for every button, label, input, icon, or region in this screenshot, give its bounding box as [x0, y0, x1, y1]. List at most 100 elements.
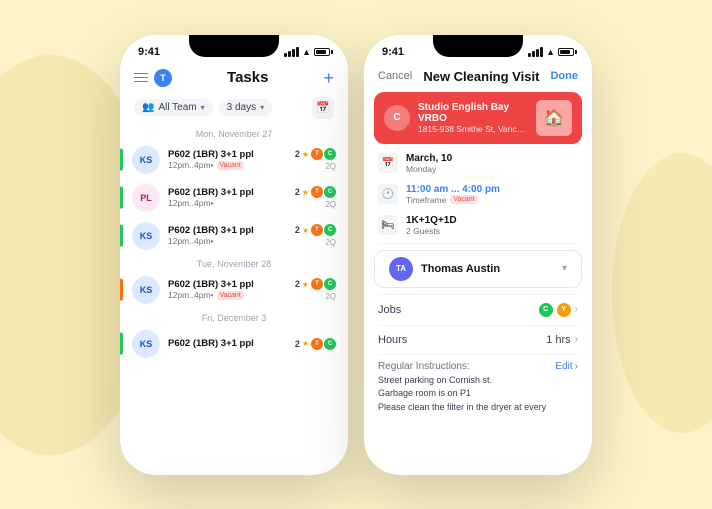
tasks-filters: 👥 All Team ▾ 3 days ▾ 📅 — [120, 93, 348, 125]
jobs-value: C Y › — [539, 303, 578, 317]
star-icon: ★ — [302, 339, 309, 348]
task-meta: 2 ★ T C 2Q — [295, 278, 336, 301]
hours-label: Hours — [378, 334, 407, 346]
mini-avatar-t: T — [311, 148, 323, 160]
task-2q: 2Q — [325, 162, 336, 171]
job-dot-yellow: Y — [557, 303, 571, 317]
task-info: P602 (1BR) 3+1 ppl 12pm..4pm• — [168, 225, 287, 246]
calendar-icon[interactable]: 📅 — [312, 97, 334, 119]
star-icon: ★ — [302, 188, 309, 197]
instructions-section: Regular Instructions: Edit › Street park… — [364, 357, 592, 419]
star-icon: ★ — [302, 280, 309, 289]
mini-avatar-c: C — [324, 278, 336, 290]
time-left: 9:41 — [138, 46, 160, 58]
date-info: March, 10 Monday — [406, 153, 578, 174]
signal-icon — [284, 47, 299, 57]
task-time: 12pm..4pm• — [168, 198, 287, 208]
time-main: 11:00 am ... 4:00 pm — [406, 184, 578, 195]
avatar: PL — [132, 184, 160, 212]
tasks-header: T Tasks + — [120, 63, 348, 93]
task-name: P602 (1BR) 3+1 ppl — [168, 225, 287, 236]
assignee-dropdown[interactable]: TA Thomas Austin ▾ — [374, 250, 582, 288]
edit-button[interactable]: Edit › — [555, 361, 578, 372]
day-label-mon: Mon, November 27 — [120, 125, 348, 141]
days-filter[interactable]: 3 days ▾ — [219, 99, 272, 116]
task-stars: 2 ★ T C — [295, 338, 336, 350]
signal-icon — [528, 47, 543, 57]
task-time: 12pm..4pm• — [168, 236, 287, 246]
day-label-fri: Fri, December 3 — [120, 309, 348, 325]
hours-value: 1 hrs › — [546, 334, 578, 346]
task-2q: 2Q — [325, 238, 336, 247]
task-stars: 2 ★ T C — [295, 278, 336, 290]
room-row: 🛏 1K+1Q+1D 2 Guests — [364, 210, 592, 241]
clock-icon: 🕐 — [378, 184, 398, 204]
ncv-header: Cancel New Cleaning Visit Done — [364, 63, 592, 88]
table-row[interactable]: KS P602 (1BR) 3+1 ppl 12pm..4pm• 2 ★ T C — [120, 217, 348, 255]
tasks-list: Mon, November 27 KS P602 (1BR) 3+1 ppl 1… — [120, 125, 348, 475]
wifi-icon: ▲ — [302, 47, 311, 57]
vacant-badge: Vacant — [450, 195, 477, 204]
room-info: 1K+1Q+1D 2 Guests — [406, 215, 578, 236]
vacant-badge: Vacant — [217, 161, 244, 170]
table-row[interactable]: PL P602 (1BR) 3+1 ppl 12pm..4pm• 2 ★ T C — [120, 179, 348, 217]
job-dot-green: C — [539, 303, 553, 317]
time-right: 9:41 — [382, 46, 404, 58]
room-sub: 2 Guests — [406, 226, 578, 236]
battery-icon — [558, 48, 574, 56]
divider — [378, 354, 578, 355]
task-name: P602 (1BR) 3+1 ppl — [168, 149, 287, 160]
time-sub: Timeframe Vacant — [406, 195, 578, 205]
divider — [378, 325, 578, 326]
mini-avatar-c: C — [324, 186, 336, 198]
team-filter-label: All Team — [158, 102, 196, 113]
task-name: P602 (1BR) 3+1 ppl — [168, 187, 287, 198]
avatar: KS — [132, 276, 160, 304]
user-avatar[interactable]: T — [154, 69, 172, 87]
task-time: 12pm..4pm• Vacant — [168, 290, 287, 300]
property-banner[interactable]: C Studio English Bay VRBO 1815-938 Smith… — [374, 92, 582, 144]
bed-icon: 🛏 — [378, 215, 398, 235]
table-row[interactable]: KS P602 (1BR) 3+1 ppl 12pm..4pm• Vacant … — [120, 271, 348, 309]
task-info: P602 (1BR) 3+1 ppl 12pm..4pm• Vacant — [168, 279, 287, 300]
done-button[interactable]: Done — [550, 70, 578, 82]
day-label-tue: Tue, November 28 — [120, 255, 348, 271]
table-row[interactable]: KS P602 (1BR) 3+1 ppl 2 ★ T C — [120, 325, 348, 363]
task-info: P602 (1BR) 3+1 ppl 12pm..4pm• Vacant — [168, 149, 287, 170]
hours-amount: 1 hrs — [546, 334, 570, 346]
table-row[interactable]: KS P602 (1BR) 3+1 ppl 12pm..4pm• Vacant … — [120, 141, 348, 179]
right-phone: 9:41 ▲ Cancel New Cleaning Visit Done C … — [364, 35, 592, 475]
jobs-row[interactable]: Jobs C Y › — [364, 297, 592, 323]
time-row: 🕐 11:00 am ... 4:00 pm Timeframe Vacant — [364, 179, 592, 210]
jobs-label: Jobs — [378, 304, 401, 316]
instructions-label: Regular Instructions: — [378, 361, 470, 372]
notch-left — [189, 35, 279, 57]
property-info: Studio English Bay VRBO 1815-938 Smithe … — [418, 102, 528, 134]
task-info: P602 (1BR) 3+1 ppl 12pm..4pm• — [168, 187, 287, 208]
assignee-avatar: TA — [389, 257, 413, 281]
date-sub: Monday — [406, 164, 578, 174]
add-task-button[interactable]: + — [323, 69, 334, 87]
team-icon: 👥 — [142, 102, 154, 113]
task-stars: 2 ★ T C — [295, 148, 336, 160]
team-filter[interactable]: 👥 All Team ▾ — [134, 99, 213, 116]
mini-avatar-c: C — [324, 224, 336, 236]
menu-icon[interactable] — [134, 73, 148, 83]
mini-avatar-t: T — [311, 338, 323, 350]
assignee-avatars: T C — [311, 186, 336, 198]
task-2q: 2Q — [325, 200, 336, 209]
cancel-button[interactable]: Cancel — [378, 70, 412, 82]
status-icons-right: ▲ — [528, 47, 574, 57]
mini-avatar-t: T — [311, 278, 323, 290]
mini-avatar-t: T — [311, 224, 323, 236]
time-info: 11:00 am ... 4:00 pm Timeframe Vacant — [406, 184, 578, 205]
task-meta: 2 ★ T C 2Q — [295, 186, 336, 209]
task-name: P602 (1BR) 3+1 ppl — [168, 338, 287, 349]
chevron-right-icon: › — [575, 334, 578, 345]
tasks-header-left: T — [134, 69, 172, 87]
assignee-name: Thomas Austin — [421, 263, 554, 275]
task-meta: 2 ★ T C 2Q — [295, 224, 336, 247]
battery-icon — [314, 48, 330, 56]
task-time: 12pm..4pm• Vacant — [168, 160, 287, 170]
hours-row[interactable]: Hours 1 hrs › — [364, 328, 592, 352]
